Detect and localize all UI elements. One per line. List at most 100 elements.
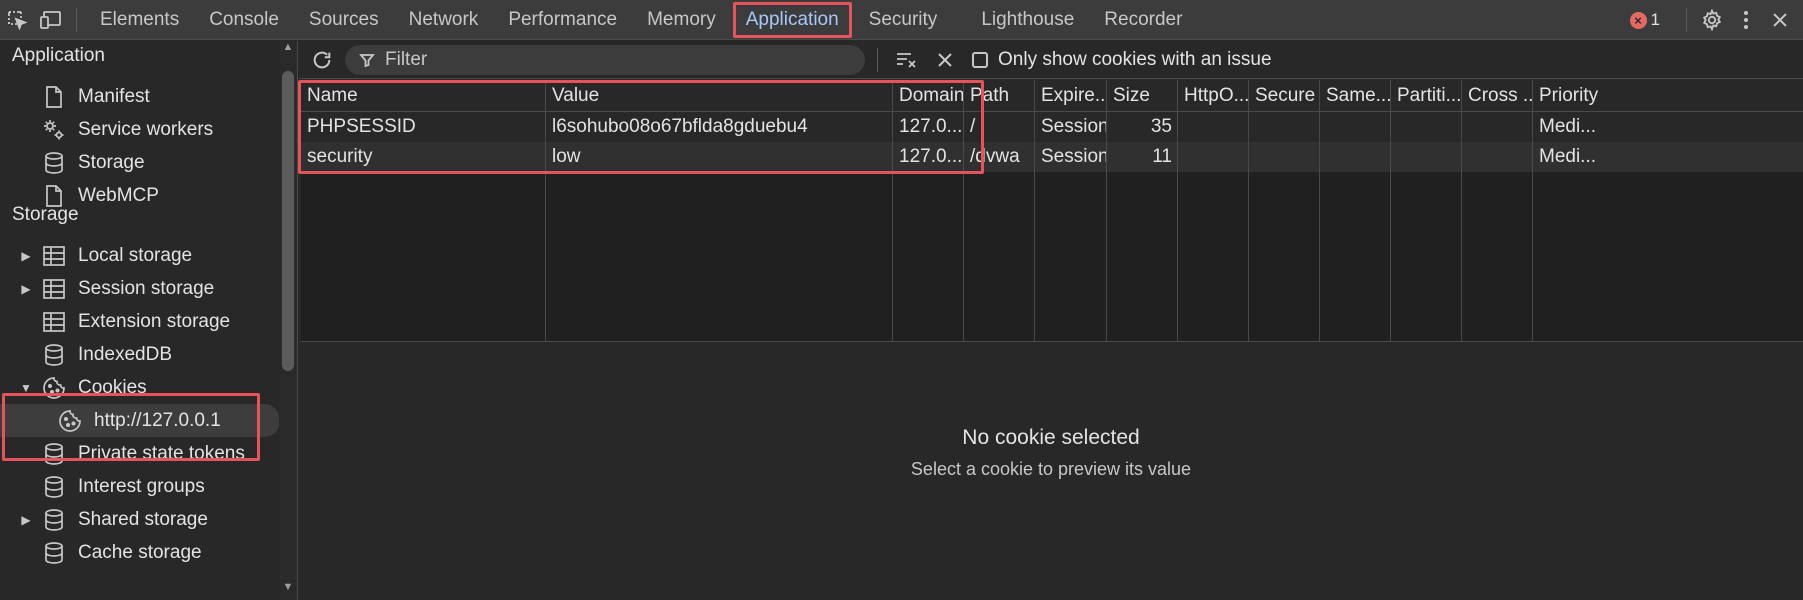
cell-secure xyxy=(1249,112,1320,142)
preview-subtitle: Select a cookie to preview its value xyxy=(910,459,1192,479)
column-divider[interactable] xyxy=(1461,80,1462,341)
column-header-httpo[interactable]: HttpO... xyxy=(1178,81,1249,111)
filter-icon xyxy=(359,53,375,67)
column-divider[interactable] xyxy=(1390,80,1391,341)
column-header-secure[interactable]: Secure xyxy=(1249,81,1320,111)
tab-console[interactable]: Console xyxy=(194,0,294,40)
cell-httpo xyxy=(1178,142,1249,172)
database-icon xyxy=(42,475,66,499)
sidebar-item-label: Cache storage xyxy=(78,541,202,563)
expand-arrow-right-icon[interactable]: ▶ xyxy=(20,513,32,527)
expand-arrow-down-icon[interactable]: ▼ xyxy=(20,381,32,395)
only-issue-checkbox[interactable]: Only show cookies with an issue xyxy=(972,49,1272,71)
cell-name: PHPSESSID xyxy=(307,116,416,137)
tab-elements[interactable]: Elements xyxy=(85,0,194,40)
more-options-icon[interactable] xyxy=(1729,0,1763,40)
cell-expire: Session xyxy=(1041,146,1107,167)
tab-memory[interactable]: Memory xyxy=(632,0,731,40)
table-row[interactable]: PHPSESSID l6sohubo08o67bflda8gduebu4 127.0… xyxy=(301,112,1803,142)
column-header-domain[interactable]: Domain xyxy=(893,81,964,111)
tab-sources[interactable]: Sources xyxy=(294,0,394,40)
sidebar-section-application: Application xyxy=(12,45,105,66)
column-header-path[interactable]: Path xyxy=(964,81,1035,111)
table-row[interactable]: security low 127.0.... /dvwa Session 11 Medi..… xyxy=(301,142,1803,172)
expand-arrow-right-icon[interactable]: ▶ xyxy=(20,282,32,296)
cell-expire: Session xyxy=(1041,116,1107,137)
filter-separator xyxy=(877,47,878,72)
column-divider[interactable] xyxy=(963,80,964,341)
column-header-priority[interactable]: Priority xyxy=(1533,81,1803,111)
column-divider[interactable] xyxy=(892,80,893,341)
gears-icon xyxy=(42,118,66,142)
error-count: 1 xyxy=(1650,10,1660,29)
column-header-expire[interactable]: Expire... xyxy=(1035,81,1107,111)
sidebar-item-label: Shared storage xyxy=(78,508,208,530)
sidebar-item-interest-groups[interactable]: Interest groups xyxy=(0,470,280,503)
sidebar-item-storage[interactable]: Storage xyxy=(0,146,280,179)
column-header-cross[interactable]: Cross ... xyxy=(1462,81,1533,111)
delete-cookie-icon[interactable] xyxy=(926,41,964,79)
column-header-name[interactable]: Name xyxy=(301,81,546,111)
cell-path: /dvwa xyxy=(970,146,1020,167)
tab-application[interactable]: Application xyxy=(731,0,854,40)
cell-value: low xyxy=(552,146,581,167)
refresh-icon[interactable] xyxy=(299,41,345,79)
sidebar-section-storage: Storage xyxy=(12,204,79,225)
sidebar-item-manifest[interactable]: Manifest xyxy=(0,80,280,113)
error-counter[interactable]: × 1 xyxy=(1629,10,1660,30)
column-divider[interactable] xyxy=(1319,80,1320,341)
sidebar-item-cache-storage[interactable]: Cache storage xyxy=(0,536,280,569)
sidebar-item-local-storage[interactable]: ▶ Local storage xyxy=(0,239,280,272)
tab-lighthouse[interactable]: Lighthouse xyxy=(966,0,1089,40)
sidebar-item-extension-storage[interactable]: Extension storage xyxy=(0,305,280,338)
column-header-size[interactable]: Size xyxy=(1107,81,1178,111)
sidebar-item-session-storage[interactable]: ▶ Session storage xyxy=(0,272,280,305)
sidebar-item-cookies[interactable]: ▼ Cookies xyxy=(0,371,280,404)
cookie-icon xyxy=(42,376,66,400)
sidebar-item-service-workers[interactable]: Service workers xyxy=(0,113,280,146)
sidebar-scroll-thumb[interactable] xyxy=(282,71,294,371)
scroll-up-icon[interactable]: ▲ xyxy=(281,41,295,53)
gear-icon[interactable] xyxy=(1695,0,1729,40)
sidebar-item-label: Session storage xyxy=(78,277,215,299)
scroll-down-icon[interactable]: ▼ xyxy=(281,581,295,593)
error-icon: × xyxy=(1629,11,1647,29)
sidebar-item-shared-storage[interactable]: ▶ Shared storage xyxy=(0,503,280,536)
filter-input[interactable] xyxy=(385,48,825,71)
tab-network[interactable]: Network xyxy=(394,0,494,40)
tab-performance[interactable]: Performance xyxy=(493,0,632,40)
document-icon xyxy=(42,85,66,109)
column-divider[interactable] xyxy=(1248,80,1249,341)
column-header-partiti[interactable]: Partiti... xyxy=(1391,81,1462,111)
inspect-element-icon[interactable] xyxy=(0,0,34,40)
clear-filtered-cookies-icon[interactable] xyxy=(888,41,926,79)
sidebar-item-private-state-tokens[interactable]: Private state tokens xyxy=(0,437,280,470)
cookies-table: Name Value Domain Path Expire... Size HttpO...… xyxy=(301,80,1803,342)
sidebar-item-label: Private state tokens xyxy=(78,442,245,464)
device-toolbar-icon[interactable] xyxy=(34,0,68,40)
tab-security[interactable]: Security xyxy=(854,0,953,40)
column-divider[interactable] xyxy=(545,80,546,341)
cell-same xyxy=(1320,112,1391,142)
column-divider[interactable] xyxy=(1177,80,1178,341)
cell-priority: Medi... xyxy=(1539,146,1597,167)
close-icon[interactable] xyxy=(1763,0,1797,40)
tab-recorder[interactable]: Recorder xyxy=(1089,0,1197,40)
column-divider[interactable] xyxy=(1532,80,1533,341)
expand-arrow-right-icon[interactable]: ▶ xyxy=(20,249,32,263)
cell-size: 11 xyxy=(1152,146,1172,167)
column-divider[interactable] xyxy=(1106,80,1107,341)
sidebar-item-label: Manifest xyxy=(78,85,150,107)
sidebar-item-indexeddb[interactable]: IndexedDB xyxy=(0,338,280,371)
column-header-value[interactable]: Value xyxy=(546,81,893,111)
checkbox-box[interactable] xyxy=(972,51,988,68)
preview-title: No cookie selected xyxy=(962,426,1140,449)
table-icon xyxy=(42,310,66,334)
column-header-same[interactable]: Same... xyxy=(1320,81,1391,111)
table-icon xyxy=(42,277,66,301)
devtools-toolbar: Elements Console Sources Network Performance… xyxy=(0,0,1803,40)
column-divider[interactable] xyxy=(1034,80,1035,341)
sidebar-item-http-127-0-0-1[interactable]: http://127.0.0.1 xyxy=(0,404,280,437)
filter-box[interactable] xyxy=(345,44,865,75)
sidebar-item-label: Extension storage xyxy=(78,310,231,332)
